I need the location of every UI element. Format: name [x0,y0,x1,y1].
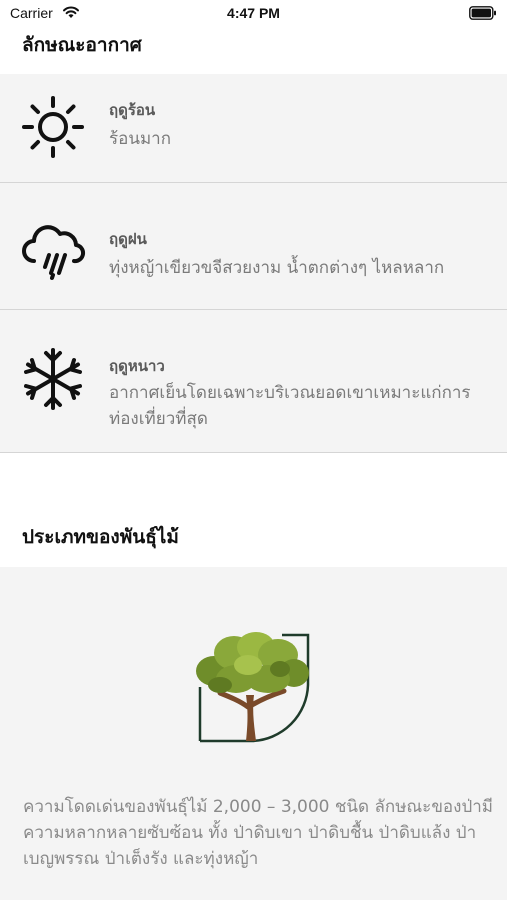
season-desc-winter: อากาศเย็นโดยเฉพาะบริเวณยอดเขาเหมาะแก่การ… [109,383,471,429]
snowflake-icon [24,348,82,410]
weather-section-header: ลักษณะอากาศ [0,28,507,74]
season-desc-rainy: ทุ่งหญ้าเขียวขจีสวยงาม น้ำตกต่างๆ ไหลหลา… [109,258,445,278]
plant-description: ความโดดเด่นของพันธุ์ไม้ 2,000 – 3,000 ชน… [23,797,493,869]
plant-section-title: ประเภทของพันธุ์ไม้ [22,526,179,548]
season-title-winter: ฤดูหนาว [109,357,165,375]
season-title-rainy: ฤดูฝน [109,230,147,248]
season-row-winter[interactable]: ฤดูหนาว อากาศเย็นโดยเฉพาะบริเวณยอดเขาเหม… [0,310,507,453]
sun-icon [22,96,84,158]
status-bar: Carrier 4:47 PM [0,0,507,28]
tree-logo [196,632,310,743]
battery-icon [469,6,496,20]
plant-section: ความโดดเด่นของพันธุ์ไม้ 2,000 – 3,000 ชน… [0,567,507,900]
rain-cloud-icon [22,225,86,280]
season-row-rainy[interactable]: ฤดูฝน ทุ่งหญ้าเขียวขจีสวยงาม น้ำตกต่างๆ … [0,183,507,310]
season-row-summer[interactable]: ฤดูร้อน ร้อนมาก [0,74,507,183]
season-title-summer: ฤดูร้อน [109,101,156,119]
plant-section-header: ประเภทของพันธุ์ไม้ [0,453,507,567]
status-time: 4:47 PM [227,5,280,21]
season-desc-summer: ร้อนมาก [109,129,172,149]
weather-section-title: ลักษณะอากาศ [22,34,142,56]
